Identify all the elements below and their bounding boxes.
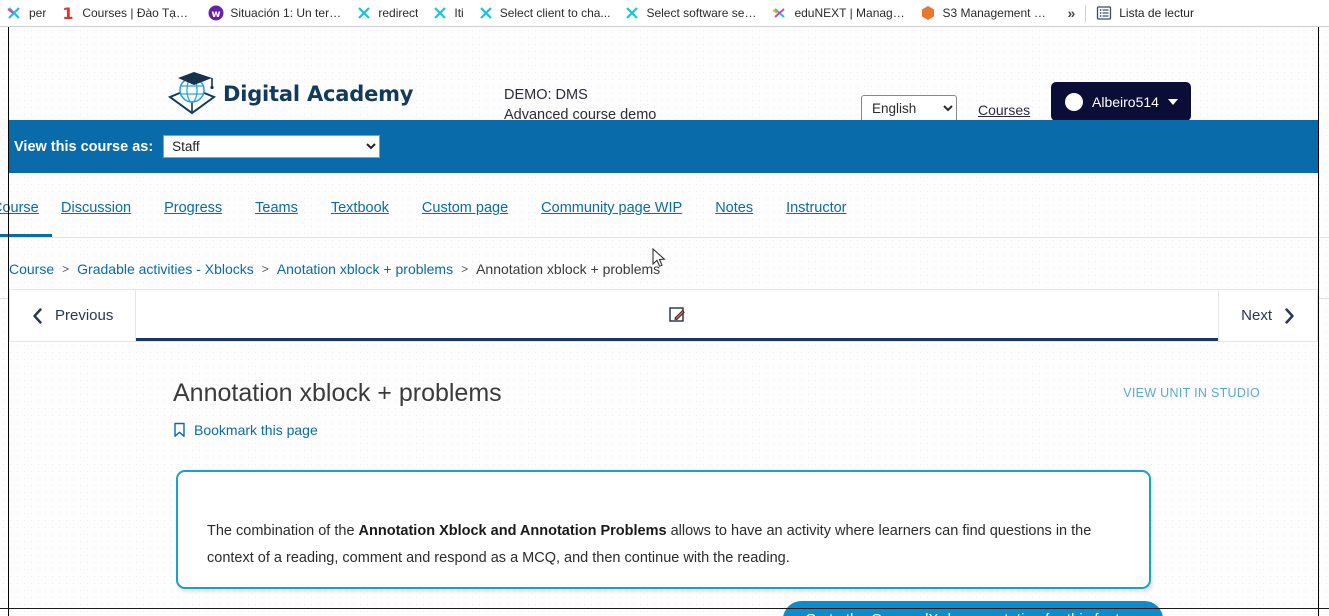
purple-w-icon: w: [208, 5, 224, 21]
sequence-navigation: Previous Next: [9, 289, 1318, 342]
chevron-down-icon: [1168, 98, 1178, 105]
browser-tab[interactable]: w Situación 1: Un terr...: [201, 0, 349, 26]
info-card-text: The combination of the Annotation Xblock…: [207, 518, 1097, 572]
sequence-unit-list: [136, 290, 1219, 341]
page-title: Annotation xblock + problems: [173, 379, 502, 407]
previous-label: Previous: [55, 307, 114, 324]
site-header: Digital Academy DEMO: DMS Advanced cours…: [0, 27, 1329, 123]
browser-tab[interactable]: Select client to cha...: [471, 0, 618, 26]
course-nav: Course Discussion Progress Teams Textboo…: [0, 173, 1329, 238]
page-viewport: Digital Academy DEMO: DMS Advanced cours…: [0, 27, 1329, 616]
browser-tab[interactable]: S3 Management Co...: [913, 0, 1061, 26]
browser-tab-title: Courses | Đào Tạo -...: [82, 6, 195, 20]
browser-tab-title: S3 Management Co...: [942, 6, 1055, 20]
course-number: DEMO: DMS: [504, 87, 588, 103]
browser-tab-title: redirect: [378, 6, 419, 20]
course-tab-community-page[interactable]: Community page WIP: [541, 173, 682, 237]
breadcrumb-item-current: Annotation xblock + problems: [476, 260, 661, 277]
next-unit-button[interactable]: Next: [1218, 290, 1317, 341]
masquerade-bar: View this course as: Staff: [9, 120, 1318, 173]
browser-tab-strip: per 1 Courses | Đào Tạo -... w Situación…: [0, 0, 1329, 27]
breadcrumb-separator: >: [461, 261, 469, 276]
x-logo-icon: [478, 5, 494, 21]
red-one-icon: 1: [60, 5, 76, 21]
user-avatar-icon: [1065, 92, 1083, 111]
annotation-unit-icon[interactable]: [669, 306, 686, 323]
browser-tab-title: Select client to cha...: [499, 6, 611, 20]
breadcrumb-item-course[interactable]: Course: [9, 261, 54, 277]
course-tab-textbook[interactable]: Textbook: [331, 173, 389, 237]
graduation-cap-globe-icon: [164, 69, 220, 119]
next-label: Next: [1241, 307, 1272, 324]
courses-link[interactable]: Courses: [978, 102, 1030, 118]
browser-tab[interactable]: redirect: [349, 0, 425, 26]
site-logo-text: Digital Academy: [223, 82, 414, 106]
breadcrumb-separator: >: [62, 261, 70, 276]
x-logo-icon: [432, 5, 448, 21]
browser-window: per 1 Courses | Đào Tạo -... w Situación…: [0, 0, 1329, 616]
course-title-block: DEMO: DMS Advanced course demo: [504, 85, 656, 125]
masquerade-label: View this course as:: [14, 138, 154, 155]
info-card: The combination of the Annotation Xblock…: [176, 470, 1151, 589]
reading-list-icon: [1096, 5, 1112, 21]
svg-text:1: 1: [63, 5, 74, 21]
browser-tab-title: Select software sec...: [646, 6, 759, 20]
user-name: Albeiro514: [1092, 93, 1159, 110]
x-logo-icon: [624, 5, 640, 21]
site-logo[interactable]: Digital Academy: [164, 69, 413, 119]
x-logo-icon: [7, 5, 23, 21]
course-tab-discussion[interactable]: Discussion: [61, 173, 131, 237]
user-menu-button[interactable]: Albeiro514: [1051, 82, 1191, 121]
breadcrumb-separator: >: [261, 261, 269, 276]
tab-overflow-button[interactable]: »: [1061, 5, 1085, 21]
svg-text:w: w: [212, 9, 221, 20]
browser-tab[interactable]: eduNEXT | Manage...: [765, 0, 913, 26]
info-text-part1: The combination of the: [207, 522, 359, 539]
info-text-bold: Annotation Xblock and Annotation Problem…: [358, 522, 667, 539]
browser-tab-title: Situación 1: Un terr...: [230, 6, 343, 20]
language-select[interactable]: English: [861, 95, 957, 122]
masquerade-select[interactable]: Staff: [163, 135, 381, 158]
browser-tab[interactable]: 1 Courses | Đào Tạo -...: [53, 0, 201, 26]
previous-unit-button[interactable]: Previous: [10, 290, 137, 341]
aws-s3-icon: [920, 5, 936, 21]
bookmark-icon: [173, 422, 186, 438]
browser-tab[interactable]: Select software sec...: [617, 0, 765, 26]
chevron-left-icon: [32, 307, 43, 324]
x-colored-icon: [772, 5, 788, 21]
bookmark-this-page-button[interactable]: Bookmark this page: [173, 422, 318, 438]
course-tab-progress[interactable]: Progress: [164, 173, 222, 237]
bookmark-label: Lista de lectur: [1119, 6, 1194, 20]
course-tab-notes[interactable]: Notes: [715, 173, 753, 237]
chevron-right-icon: [1284, 307, 1295, 324]
window-right-edge: [1318, 27, 1319, 616]
view-unit-in-studio-link[interactable]: VIEW UNIT IN STUDIO: [1123, 386, 1260, 400]
bookmark-reading-list[interactable]: Lista de lectur: [1086, 5, 1200, 21]
browser-tab[interactable]: per: [0, 0, 53, 26]
course-tab-custom-page[interactable]: Custom page: [422, 173, 508, 237]
browser-tab-title: eduNEXT | Manage...: [794, 6, 907, 20]
x-logo-icon: [356, 5, 372, 21]
breadcrumb-item-section[interactable]: Gradable activities - Xblocks: [77, 261, 254, 277]
mouse-cursor: [652, 247, 666, 269]
bookmark-label: Bookmark this page: [194, 422, 318, 438]
browser-tab[interactable]: Iti: [425, 0, 470, 26]
window-left-edge: [8, 27, 9, 616]
course-tab-teams[interactable]: Teams: [255, 173, 298, 237]
course-tab-instructor[interactable]: Instructor: [786, 173, 846, 237]
breadcrumb-item-subsection[interactable]: Anotation xblock + problems: [277, 261, 453, 277]
browser-tab-title: Iti: [454, 6, 464, 20]
browser-tab-title: per: [29, 6, 47, 20]
window-bottom-edge: [0, 608, 1329, 609]
unit-content: VIEW UNIT IN STUDIO Annotation xblock + …: [9, 342, 1318, 616]
